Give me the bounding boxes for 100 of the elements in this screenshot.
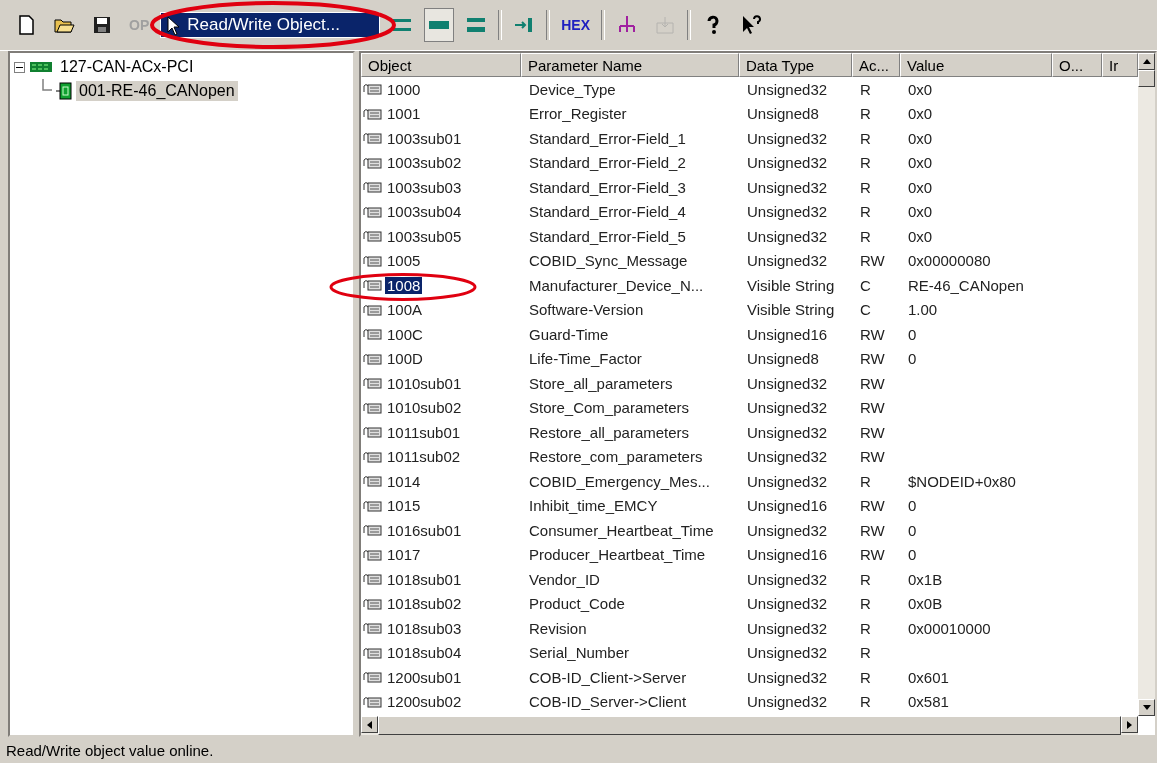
bars-icon	[429, 21, 450, 29]
object-icon	[363, 82, 383, 97]
column-header[interactable]: Object	[361, 53, 521, 77]
up-arrow-icon	[1142, 59, 1151, 64]
table-cell-text: R	[859, 693, 872, 711]
column-header[interactable]: Ac...	[852, 53, 900, 77]
tree-item[interactable]: 127-CAN-ACx-PCI	[57, 57, 197, 77]
table-cell-text: Unsigned32	[746, 423, 829, 441]
object-cell[interactable]: 1018sub04	[385, 644, 464, 662]
pointer-question-icon	[740, 14, 763, 36]
object-cell[interactable]: 1014	[385, 472, 423, 490]
object-cell[interactable]: 100D	[385, 350, 425, 368]
table-cell-text: 0	[907, 497, 918, 515]
object-icon	[363, 596, 383, 611]
scroll-up-button[interactable]	[1138, 53, 1155, 70]
object-cell[interactable]: 1200sub02	[385, 693, 464, 711]
table-cell-text: COB-ID_Client->Server	[528, 668, 688, 686]
table-cell-text: Unsigned8	[746, 105, 820, 123]
object-cell[interactable]: 1008	[385, 276, 423, 294]
object-icon	[363, 155, 383, 170]
table-cell-text: C	[859, 276, 872, 294]
object-icon	[363, 547, 383, 562]
object-icon	[363, 351, 383, 366]
table-cell-text: 1.00	[907, 301, 939, 319]
object-cell[interactable]: 1017	[385, 546, 423, 564]
table-cell-text: Unsigned8	[746, 350, 820, 368]
table-cell-text: R	[859, 570, 872, 588]
table-cell-text: 0x00000080	[907, 252, 992, 270]
table-cell-text: 0	[907, 325, 918, 343]
object-cell[interactable]: 1011sub02	[385, 448, 463, 466]
object-icon	[363, 229, 383, 244]
table-cell-text: Unsigned32	[746, 668, 829, 686]
table-cell-text: Life-Time_Factor	[528, 350, 643, 368]
table-cell-text: 0x581	[907, 693, 950, 711]
table-cell-text: $NODEID+0x80	[907, 472, 1017, 490]
table-cell-text: Unsigned32	[746, 374, 829, 392]
table-cell-text: COB-ID_Server->Client	[528, 693, 688, 711]
column-header[interactable]: Parameter Name	[521, 53, 739, 77]
table-cell-text: Standard_Error-Field_3	[528, 178, 687, 196]
object-cell[interactable]: 1003sub02	[385, 154, 464, 172]
object-cell[interactable]: 1200sub01	[385, 668, 464, 686]
table-cell-text: Software-Version	[528, 301, 645, 319]
object-icon	[363, 204, 383, 219]
table-cell-text: C	[859, 301, 872, 319]
table-cell-text: Unsigned32	[746, 178, 829, 196]
tree-item[interactable]: 001-RE-46_CANopen	[76, 81, 238, 101]
table-cell-text: R	[859, 203, 872, 221]
object-icon	[363, 498, 383, 513]
table-cell-text: Consumer_Heartbeat_Time	[528, 521, 715, 539]
table-cell-text: R	[859, 80, 872, 98]
object-cell[interactable]: 1015	[385, 497, 423, 515]
column-header[interactable]: Ir	[1102, 53, 1138, 77]
object-cell[interactable]: 1003sub03	[385, 178, 464, 196]
object-icon	[363, 621, 383, 636]
object-icon	[363, 523, 383, 538]
table-cell-text: Unsigned32	[746, 129, 829, 147]
object-cell[interactable]: 1003sub01	[385, 129, 464, 147]
table-cell-text: R	[859, 595, 872, 613]
table-cell-text: Manufacturer_Device_N...	[528, 276, 705, 294]
table-cell-text: 0x0B	[907, 595, 944, 613]
object-cell[interactable]: 1016sub01	[385, 521, 464, 539]
table-cell-text: Unsigned32	[746, 80, 829, 98]
scroll-left-button[interactable]	[361, 716, 378, 733]
object-cell[interactable]: 100A	[385, 301, 425, 319]
collapse-icon[interactable]	[14, 61, 25, 73]
object-cell[interactable]: 1010sub02	[385, 399, 464, 417]
table-cell-text: Producer_Heartbeat_Time	[528, 546, 707, 564]
toolbar-button[interactable]: HEX	[556, 8, 596, 42]
menu-item[interactable]: Read/Write Object...	[160, 12, 381, 38]
table-cell-text: Visible String	[746, 276, 836, 294]
column-header[interactable]: Value	[900, 53, 1052, 77]
scroll-right-button[interactable]	[1121, 716, 1138, 733]
object-cell[interactable]: 1003sub04	[385, 203, 464, 221]
object-cell[interactable]: 1000	[385, 80, 423, 98]
object-cell[interactable]: 100C	[385, 325, 425, 343]
cursor-icon	[167, 16, 182, 36]
object-icon	[363, 278, 383, 293]
table-cell-text: Guard-Time	[528, 325, 610, 343]
left-arrow-icon	[367, 720, 372, 729]
scroll-thumb[interactable]	[378, 716, 1121, 735]
table-cell-text: Unsigned16	[746, 325, 829, 343]
object-cell[interactable]: 1011sub01	[385, 423, 463, 441]
scroll-down-button[interactable]	[1138, 699, 1155, 716]
table-cell-text: RE-46_CANopen	[907, 276, 1025, 294]
table-cell-text: Unsigned32	[746, 595, 829, 613]
object-cell[interactable]: 1018sub01	[385, 570, 464, 588]
column-header[interactable]: Data Type	[739, 53, 852, 77]
scroll-thumb[interactable]	[1138, 70, 1155, 87]
table-cell-text: Unsigned32	[746, 644, 829, 662]
table-cell-text: Unsigned32	[746, 448, 829, 466]
object-cell[interactable]: 1018sub03	[385, 619, 464, 637]
status-text: Read/Write object value online.	[6, 741, 214, 759]
table-cell-text: 0x1B	[907, 570, 944, 588]
object-cell[interactable]: 1003sub05	[385, 227, 464, 245]
object-cell[interactable]: 1005	[385, 252, 423, 270]
object-cell[interactable]: 1010sub01	[385, 374, 464, 392]
object-cell[interactable]: 1018sub02	[385, 595, 464, 613]
object-icon	[363, 400, 383, 415]
column-header[interactable]: O...	[1052, 53, 1102, 77]
object-cell[interactable]: 1001	[385, 105, 423, 123]
